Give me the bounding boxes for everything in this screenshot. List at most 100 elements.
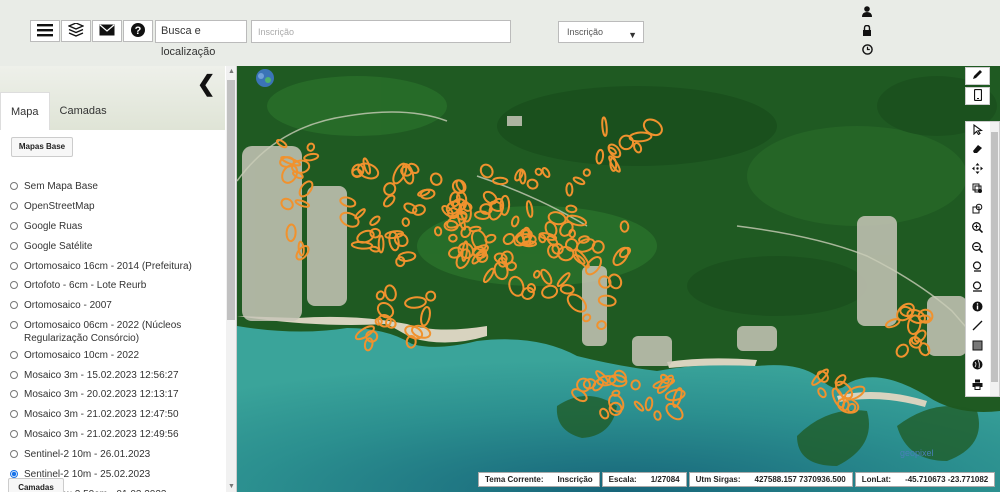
lonlat-value: -45.710673 -23.771082 [905, 475, 989, 484]
zoom-out-tool[interactable] [966, 239, 989, 259]
search-input[interactable] [251, 20, 511, 43]
globe-icon [972, 359, 983, 373]
lonlat-label: LonLat: [861, 475, 892, 484]
radio-button[interactable] [10, 430, 18, 439]
radio-button[interactable] [10, 469, 18, 478]
base-map-option[interactable]: OpenStreetMap [10, 200, 220, 217]
mobile-icon [973, 88, 982, 104]
base-map-option[interactable]: Ortomosaico 10cm - 2022 [10, 349, 220, 366]
base-map-label: Mosaico 3m - 21.02.2023 12:47:50 [24, 409, 179, 421]
base-map-option[interactable]: Mosaico 3m - 15.02.2023 12:56:27 [10, 369, 220, 386]
base-map-option[interactable]: Mosaico 3m - 21.02.2023 12:47:50 [10, 408, 220, 425]
base-map-option[interactable]: Mosaico 3m - 21.02.2023 12:49:56 [10, 428, 220, 445]
base-map-option[interactable]: Ortofoto - 6cm - Lote Reurb [10, 279, 220, 296]
sidebar-scrollbar[interactable]: ▲ ▼ [226, 66, 236, 492]
clock-icon[interactable] [860, 42, 874, 56]
map-view[interactable] [237, 66, 1000, 492]
tools-scrollbar[interactable] [990, 122, 999, 396]
base-maps-button[interactable]: Mapas Base [11, 137, 73, 157]
zoom-extent-icon [972, 281, 983, 295]
radio-button[interactable] [10, 182, 18, 190]
fullscreen-tool[interactable] [966, 161, 989, 180]
radio-button[interactable] [10, 201, 18, 210]
status-theme: Tema Corrente: Inscrição [478, 472, 600, 487]
base-map-label: Sentinel-2 10m - 26.01.2023 [24, 449, 151, 461]
scale-label: Escala: [608, 475, 637, 484]
measure-line-tool[interactable] [966, 317, 989, 337]
mobile-tool[interactable] [965, 87, 990, 105]
select-tool[interactable] [966, 122, 989, 141]
scroll-thumb[interactable] [227, 80, 235, 320]
help-button[interactable]: ? [123, 20, 153, 42]
mail-icon [99, 24, 115, 39]
user-icon[interactable] [860, 4, 874, 18]
base-map-option[interactable]: Ortomosaico 06cm - 2022 (Núcleos Regular… [10, 319, 220, 345]
radio-button[interactable] [10, 221, 18, 230]
radio-button[interactable] [10, 390, 18, 399]
base-map-option[interactable]: Ortomosaico - 2007 [10, 299, 220, 316]
logo-text: geopixel [900, 448, 934, 458]
draw-tools [965, 67, 991, 107]
base-map-label: Mosaico 3m - 15.02.2023 12:56:27 [24, 369, 179, 381]
mail-button[interactable] [92, 20, 122, 42]
utm-value: 427588.157 7370936.500 [754, 475, 846, 484]
radio-button[interactable] [10, 410, 18, 419]
radio-button[interactable] [10, 261, 18, 270]
zoom-in-tool[interactable] [966, 219, 989, 239]
info-icon [972, 301, 983, 315]
radio-button[interactable] [10, 370, 18, 379]
radio-button[interactable] [10, 350, 18, 359]
lock-icon[interactable] [860, 23, 874, 37]
globe-tool[interactable] [966, 357, 989, 376]
base-map-label: Ortomosaico 06cm - 2022 (Núcleos Regular… [24, 320, 182, 345]
base-map-option[interactable]: Mosaico 3m - 20.02.2023 12:13:17 [10, 388, 220, 405]
move-icon [972, 163, 983, 177]
base-map-label: OpenStreetMap [24, 200, 95, 212]
identify-tool[interactable] [966, 200, 989, 219]
base-map-option[interactable]: Google Ruas [10, 220, 220, 237]
layers-section-button[interactable]: Camadas [8, 478, 64, 492]
measure-area-tool[interactable] [966, 337, 989, 357]
radio-button[interactable] [10, 301, 18, 310]
top-toolbar: ? Busca e localização Inscrição ▼ [0, 0, 1000, 66]
svg-text:?: ? [135, 25, 142, 37]
zoom-area-tool[interactable] [966, 259, 989, 278]
line-icon [972, 320, 983, 334]
layers-button[interactable] [61, 20, 91, 42]
radio-button[interactable] [10, 450, 18, 459]
layer-info-tool[interactable] [966, 180, 989, 200]
zoom-in-icon [972, 222, 984, 236]
base-map-option[interactable]: Sem Mapa Base [10, 180, 220, 197]
radio-button[interactable] [10, 281, 18, 290]
base-map-list: Sem Mapa Base OpenStreetMap Google Ruas Goo… [10, 180, 220, 492]
stack-search-icon [972, 183, 983, 197]
cursor-icon [972, 124, 983, 138]
print-tool[interactable] [966, 376, 989, 396]
base-map-option[interactable]: Ortomosaico 16cm - 2014 (Prefeitura) [10, 260, 220, 277]
base-map-label: Ortomosaico 10cm - 2022 [24, 349, 140, 361]
pencil-tool[interactable] [965, 67, 990, 85]
scroll-up-icon[interactable]: ▲ [228, 68, 235, 75]
identify-icon [972, 203, 983, 217]
base-map-label: Google Ruas [24, 220, 83, 232]
base-map-option[interactable]: Google Satélite [10, 240, 220, 257]
collapse-sidebar-icon[interactable]: ❮ [197, 71, 215, 97]
base-map-label: Google Satélite [24, 240, 93, 252]
satellite-map[interactable] [237, 66, 1000, 492]
scroll-down-icon[interactable]: ▼ [228, 483, 235, 490]
base-map-label: Ortomosaico 16cm - 2014 (Prefeitura) [24, 260, 192, 272]
menu-icon [37, 23, 53, 40]
tab-camadas[interactable]: Camadas [50, 92, 117, 130]
tab-mapa[interactable]: Mapa [0, 92, 50, 130]
base-map-label: Mosaico 3m - 21.02.2023 12:49:56 [24, 429, 179, 441]
utm-label: Utm Sirgas: [695, 475, 741, 484]
radio-button[interactable] [10, 321, 18, 330]
layer-select[interactable]: Inscrição ▼ [558, 21, 644, 43]
radio-button[interactable] [10, 241, 18, 250]
menu-button[interactable] [30, 20, 60, 42]
eraser-icon [972, 144, 983, 157]
info-tool[interactable] [966, 298, 989, 317]
base-map-option[interactable]: Sentinel-2 10m - 26.01.2023 [10, 448, 220, 465]
zoom-extent-tool[interactable] [966, 278, 989, 298]
eraser-tool[interactable] [966, 141, 989, 161]
